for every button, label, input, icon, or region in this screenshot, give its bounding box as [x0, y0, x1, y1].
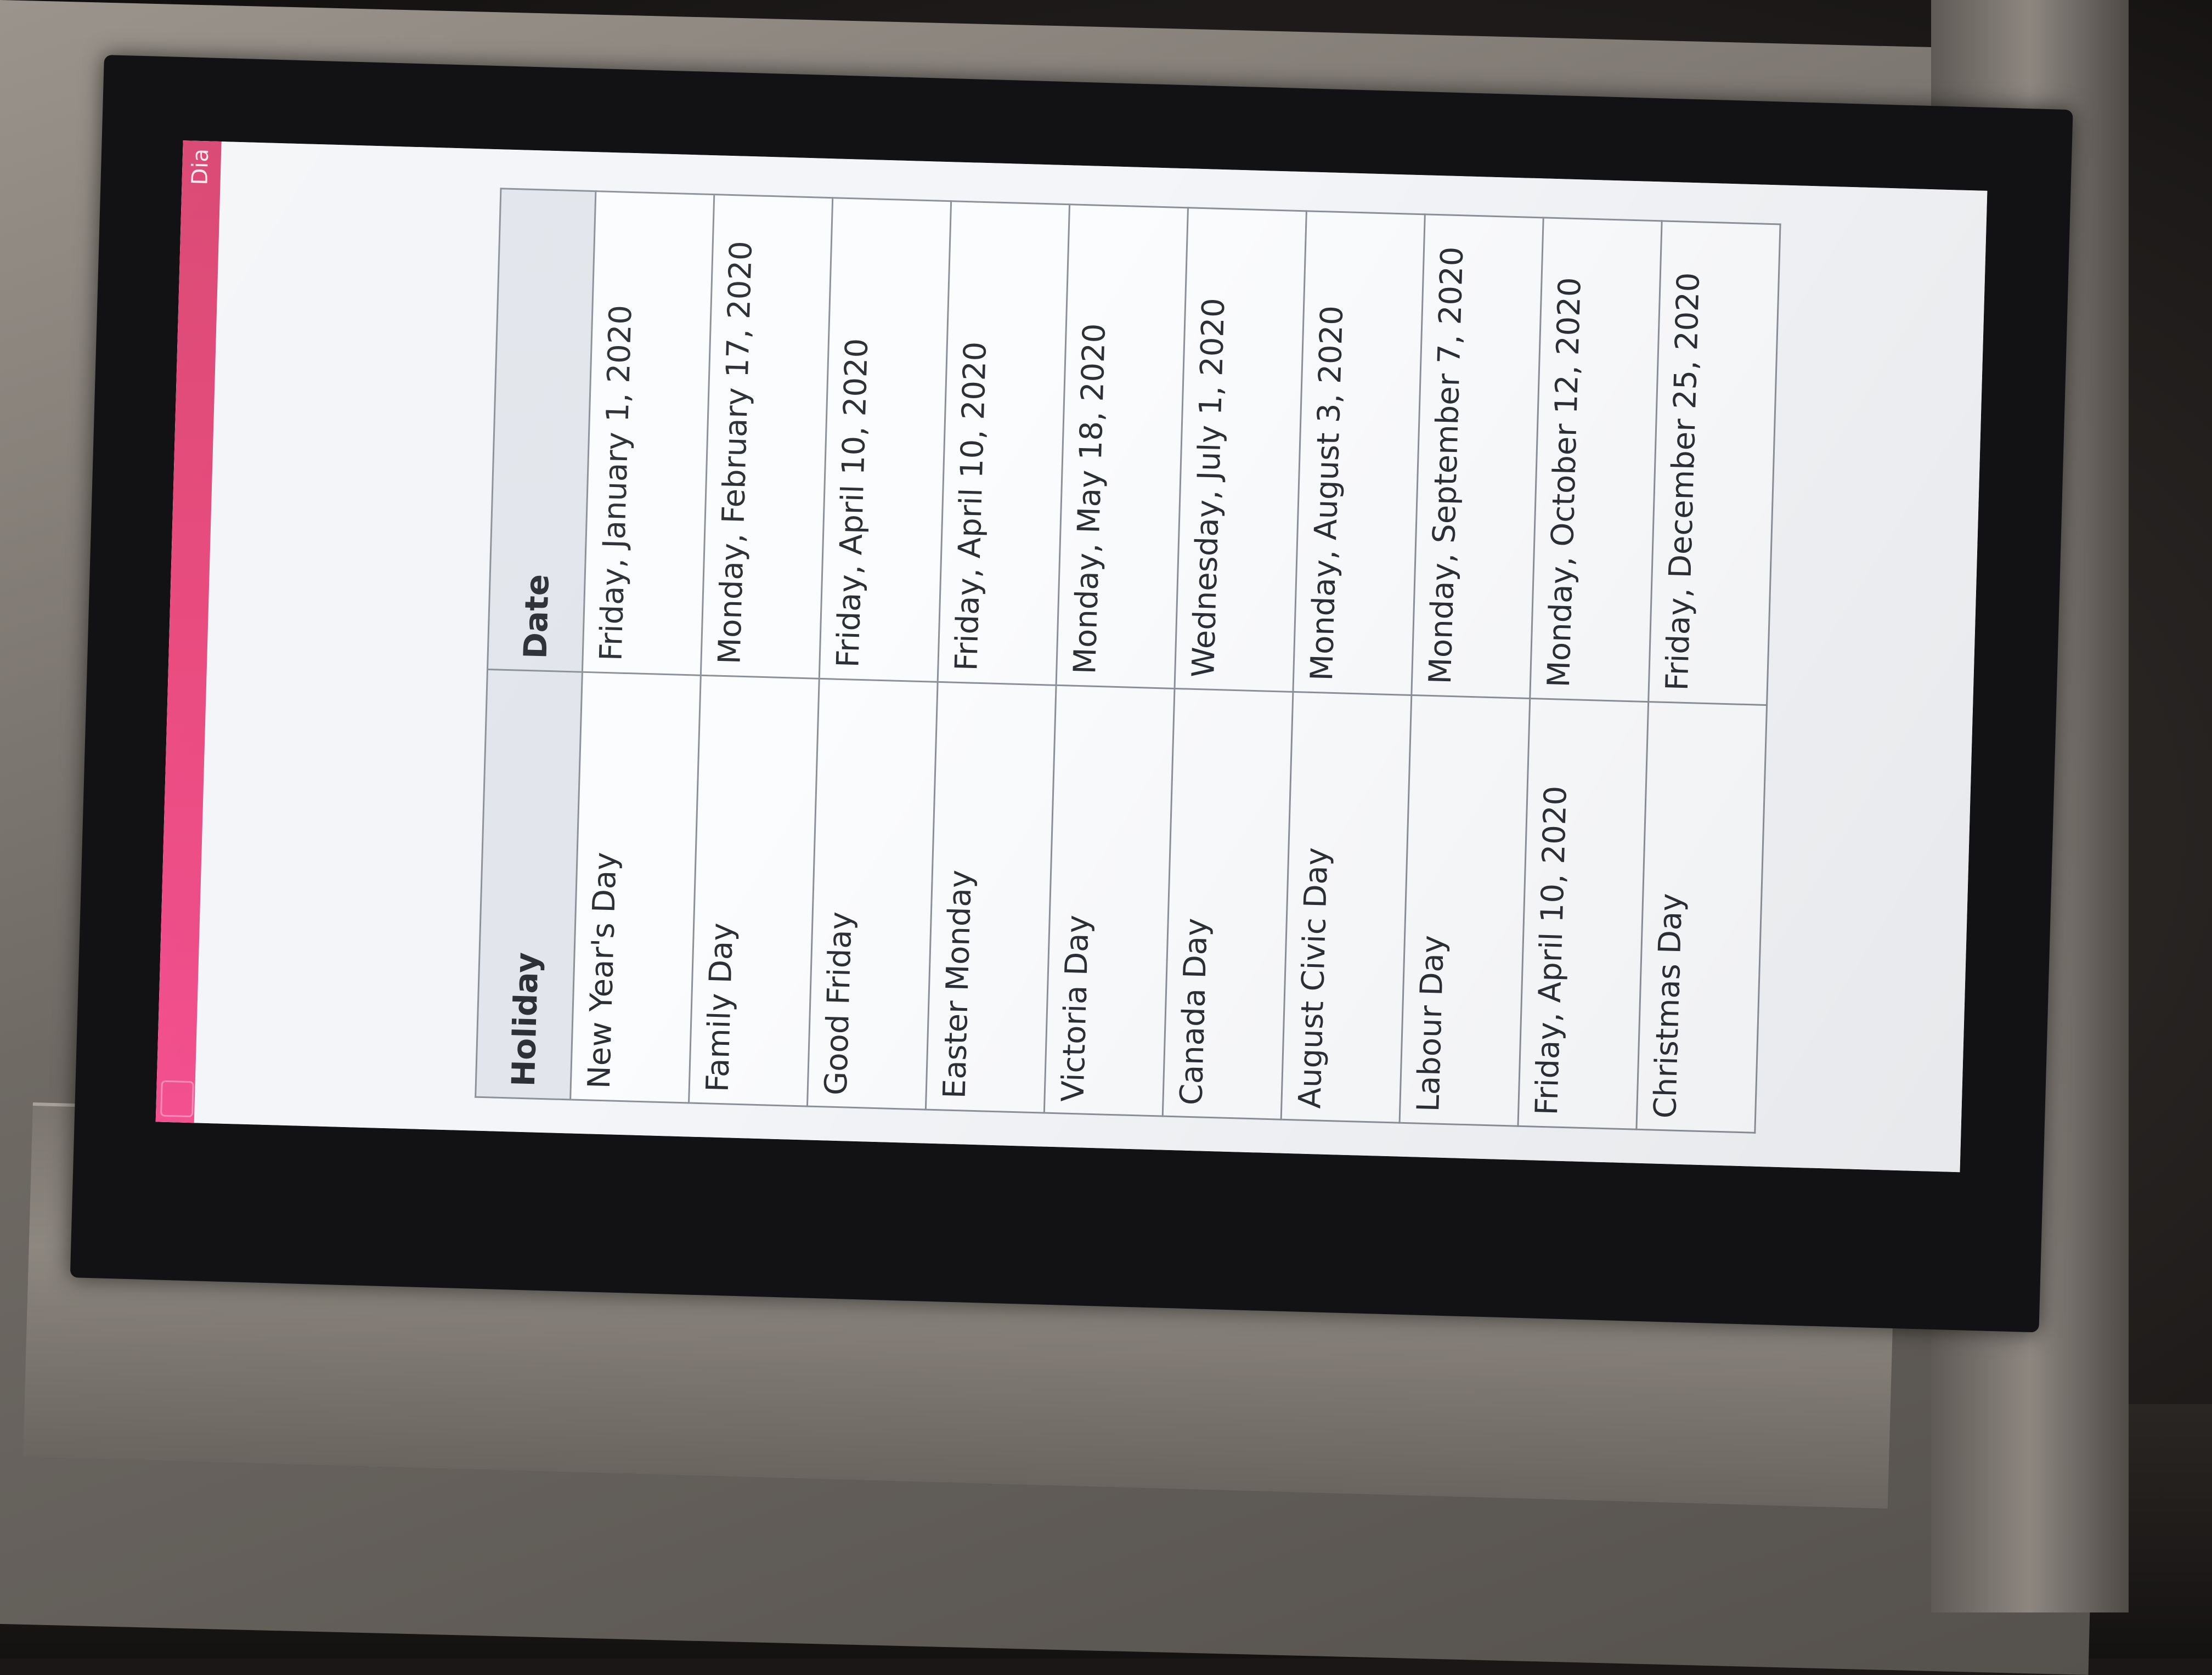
- holiday-table: Holiday Date New Year's Day Friday, Janu…: [475, 188, 1781, 1134]
- app-header-bar: Dia: [155, 140, 222, 1123]
- holiday-name-cell: Christmas Day: [1636, 701, 1767, 1133]
- holiday-name-cell: Easter Monday: [926, 682, 1057, 1113]
- device-bezel: Dia Holiday Date New Year's Day Friday, …: [70, 55, 2073, 1333]
- holiday-name-cell: Friday, April 10, 2020: [1517, 698, 1649, 1130]
- column-header-holiday: Holiday: [475, 669, 583, 1100]
- table-row: Christmas Day Friday, December 25, 2020: [1636, 220, 1781, 1133]
- holiday-date-cell: Friday, April 10, 2020: [819, 197, 951, 682]
- holiday-name-cell: Victoria Day: [1044, 685, 1175, 1117]
- holiday-date-cell: Monday, May 18, 2020: [1056, 204, 1188, 689]
- back-button[interactable]: [160, 1080, 194, 1118]
- holiday-name-cell: August Civic Day: [1281, 692, 1412, 1123]
- photo-scene: Dia Holiday Date New Year's Day Friday, …: [0, 0, 2212, 1675]
- holiday-name-cell: New Year's Day: [570, 672, 701, 1103]
- holiday-date-cell: Friday, April 10, 2020: [938, 201, 1070, 686]
- device-screen: Dia Holiday Date New Year's Day Friday, …: [155, 140, 1988, 1173]
- holiday-date-cell: Friday, January 1, 2020: [582, 191, 714, 676]
- holiday-name-cell: Labour Day: [1400, 695, 1530, 1127]
- holiday-date-cell: Monday, February 17, 2020: [701, 194, 833, 679]
- holiday-name-cell: Canada Day: [1163, 688, 1293, 1120]
- holiday-date-cell: Friday, December 25, 2020: [1648, 220, 1781, 705]
- holiday-date-cell: Monday, September 7, 2020: [1411, 214, 1544, 699]
- app-view: Dia Holiday Date New Year's Day Friday, …: [155, 140, 1988, 1173]
- app-title: Dia: [187, 148, 214, 186]
- holiday-date-cell: Wednesday, July 1, 2020: [1175, 207, 1307, 692]
- column-header-date: Date: [487, 188, 596, 672]
- holiday-name-cell: Family Day: [689, 675, 820, 1107]
- holiday-date-cell: Monday, August 3, 2020: [1293, 211, 1425, 695]
- holiday-date-cell: Monday, October 12, 2020: [1530, 217, 1662, 702]
- holiday-name-cell: Good Friday: [807, 678, 938, 1110]
